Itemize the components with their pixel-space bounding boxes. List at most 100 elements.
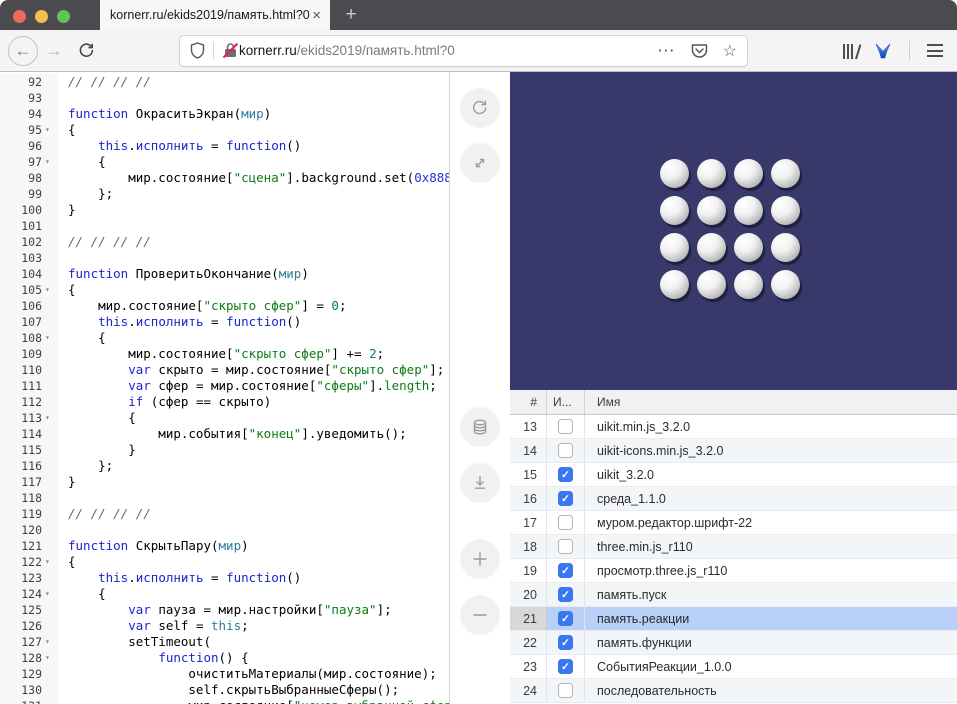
- table-row[interactable]: 16✓среда_1.1.0: [510, 487, 957, 511]
- sphere[interactable]: [771, 270, 800, 299]
- code-line[interactable]: 101: [0, 218, 449, 234]
- code-line[interactable]: 111 var сфер = мир.состояние["сферы"].le…: [0, 378, 449, 394]
- sphere[interactable]: [697, 159, 726, 188]
- code-line[interactable]: 108▾ {: [0, 330, 449, 346]
- extension-icon[interactable]: [874, 42, 892, 60]
- 3d-viewport[interactable]: [510, 72, 957, 390]
- table-row[interactable]: 21✓память.реакции: [510, 607, 957, 631]
- sphere[interactable]: [734, 233, 763, 262]
- page-actions-icon[interactable]: ···: [658, 43, 676, 58]
- fold-arrow-icon[interactable]: ▾: [45, 330, 58, 346]
- code-line[interactable]: 96 this.исполнить = function(): [0, 138, 449, 154]
- row-checkbox[interactable]: [558, 419, 573, 434]
- sphere[interactable]: [771, 233, 800, 262]
- row-name[interactable]: память.функции: [585, 631, 957, 654]
- row-name[interactable]: память.реакции: [585, 607, 957, 630]
- insecure-lock-icon[interactable]: [222, 42, 239, 59]
- code-line[interactable]: 121function СкрытьПару(мир): [0, 538, 449, 554]
- code-line[interactable]: 127▾ setTimeout(: [0, 634, 449, 650]
- row-checkbox[interactable]: ✓: [558, 635, 573, 650]
- code-editor[interactable]: 92// // // //9394function ОкраситьЭкран(…: [0, 72, 450, 704]
- header-enabled[interactable]: И...: [547, 390, 585, 414]
- code-line[interactable]: 104function ПроверитьОкончание(мир): [0, 266, 449, 282]
- minimize-window-button[interactable]: [35, 10, 48, 23]
- code-line[interactable]: 119// // // //: [0, 506, 449, 522]
- menu-icon[interactable]: [927, 44, 943, 57]
- sphere[interactable]: [660, 233, 689, 262]
- back-button[interactable]: ←: [8, 36, 38, 66]
- row-checkbox[interactable]: ✓: [558, 659, 573, 674]
- code-line[interactable]: 112 if (сфер == скрыто): [0, 394, 449, 410]
- fold-arrow-icon[interactable]: ▾: [45, 154, 58, 170]
- bookmark-star-icon[interactable]: ☆: [723, 41, 737, 61]
- sphere[interactable]: [771, 196, 800, 225]
- header-number[interactable]: #: [510, 390, 547, 414]
- row-checkbox[interactable]: [558, 443, 573, 458]
- forward-button[interactable]: →: [40, 36, 68, 66]
- sphere[interactable]: [697, 196, 726, 225]
- active-tab[interactable]: kornerr.ru/ekids2019/память.html?0 ×: [100, 0, 330, 30]
- sphere[interactable]: [660, 270, 689, 299]
- library-icon[interactable]: [843, 43, 857, 59]
- row-name[interactable]: просмотр.three.js_r110: [585, 559, 957, 582]
- code-line[interactable]: 114 мир.события["конец"].уведомить();: [0, 426, 449, 442]
- row-name[interactable]: последовательность: [585, 679, 957, 702]
- code-line[interactable]: 92// // // //: [0, 74, 449, 90]
- table-row[interactable]: 17муром.редактор.шрифт-22: [510, 511, 957, 535]
- fold-arrow-icon[interactable]: ▾: [45, 634, 58, 650]
- sphere[interactable]: [734, 270, 763, 299]
- zoom-in-button[interactable]: [460, 539, 500, 579]
- row-name[interactable]: СобытияРеакции_1.0.0: [585, 655, 957, 678]
- table-row[interactable]: 18three.min.js_r110: [510, 535, 957, 559]
- code-line[interactable]: 99 };: [0, 186, 449, 202]
- row-name[interactable]: uikit.min.js_3.2.0: [585, 415, 957, 438]
- code-line[interactable]: 107 this.исполнить = function(): [0, 314, 449, 330]
- fold-arrow-icon[interactable]: ▾: [45, 586, 58, 602]
- database-button[interactable]: [460, 407, 500, 447]
- code-line[interactable]: 113▾ {: [0, 410, 449, 426]
- download-button[interactable]: [460, 463, 500, 503]
- code-line[interactable]: 109 мир.состояние["скрыто сфер"] += 2;: [0, 346, 449, 362]
- row-checkbox[interactable]: ✓: [558, 467, 573, 482]
- fold-arrow-icon[interactable]: ▾: [45, 650, 58, 666]
- code-line[interactable]: 93: [0, 90, 449, 106]
- row-name[interactable]: среда_1.1.0: [585, 487, 957, 510]
- code-line[interactable]: 117}: [0, 474, 449, 490]
- code-line[interactable]: 100}: [0, 202, 449, 218]
- code-line[interactable]: 125 var пауза = мир.настройки["пауза"];: [0, 602, 449, 618]
- table-row[interactable]: 24последовательность: [510, 679, 957, 703]
- code-line[interactable]: 118: [0, 490, 449, 506]
- code-line[interactable]: 126 var self = this;: [0, 618, 449, 634]
- sphere[interactable]: [734, 196, 763, 225]
- sphere[interactable]: [697, 270, 726, 299]
- fullscreen-button[interactable]: [460, 143, 500, 183]
- row-checkbox[interactable]: [558, 683, 573, 698]
- row-name[interactable]: память.пуск: [585, 583, 957, 606]
- code-line[interactable]: 105▾{: [0, 282, 449, 298]
- fold-arrow-icon[interactable]: ▾: [45, 282, 58, 298]
- sphere[interactable]: [660, 196, 689, 225]
- row-name[interactable]: uikit-icons.min.js_3.2.0: [585, 439, 957, 462]
- tab-close-icon[interactable]: ×: [310, 8, 323, 23]
- table-row[interactable]: 22✓память.функции: [510, 631, 957, 655]
- code-line[interactable]: 124▾ {: [0, 586, 449, 602]
- sphere[interactable]: [660, 159, 689, 188]
- table-row[interactable]: 23✓СобытияРеакции_1.0.0: [510, 655, 957, 679]
- reload-button[interactable]: [72, 36, 100, 66]
- row-name[interactable]: three.min.js_r110: [585, 535, 957, 558]
- header-name[interactable]: Имя: [585, 390, 957, 414]
- sphere[interactable]: [697, 233, 726, 262]
- row-checkbox[interactable]: [558, 539, 573, 554]
- row-name[interactable]: муром.редактор.шрифт-22: [585, 511, 957, 534]
- code-line[interactable]: 98 мир.состояние["сцена"].background.set…: [0, 170, 449, 186]
- fold-arrow-icon[interactable]: ▾: [45, 410, 58, 426]
- row-checkbox[interactable]: ✓: [558, 611, 573, 626]
- reset-view-button[interactable]: [460, 88, 500, 128]
- code-line[interactable]: 130 self.скрытьВыбранныеСферы();: [0, 682, 449, 698]
- fold-arrow-icon[interactable]: ▾: [45, 554, 58, 570]
- sphere[interactable]: [771, 159, 800, 188]
- table-row[interactable]: 14uikit-icons.min.js_3.2.0: [510, 439, 957, 463]
- code-line[interactable]: 129 очиститьМатериалы(мир.состояние);: [0, 666, 449, 682]
- tracking-shield-icon[interactable]: [190, 42, 205, 59]
- new-tab-button[interactable]: +: [338, 2, 364, 28]
